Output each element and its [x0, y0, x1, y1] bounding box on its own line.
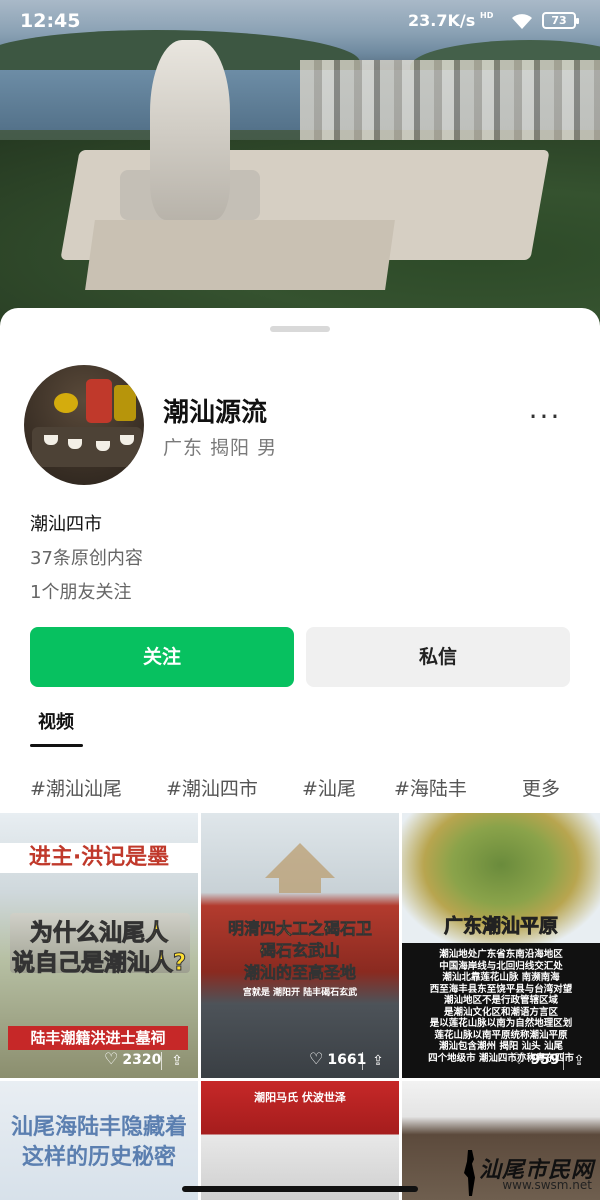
friends-following[interactable]: 1个朋友关注 [30, 578, 131, 604]
video-caption: 陆丰潮籍洪进士墓祠 [8, 1026, 188, 1050]
video-body-line: 潮汕北靠莲花山脉 南濒南海 [442, 972, 560, 983]
video-pagoda [265, 843, 335, 893]
video-body: 潮汕地处广东省东南沿海地区 中国海岸线与北回归线交汇处 潮汕北靠莲花山脉 南濒南… [402, 949, 600, 1064]
video-title: 广东潮汕平原 [443, 915, 559, 938]
video-thumbnail[interactable]: 明清四大工之碣石卫 碣石玄武山 潮汕的至高圣地 宫就是 潮阳开 陆丰碣石玄武 ♡… [201, 813, 399, 1078]
statue [150, 40, 230, 220]
like-count-value: 959 [530, 1052, 560, 1068]
video-title: 汕尾海陆丰隐藏着 [10, 1115, 187, 1140]
video-body-line: 潮汕包含潮州 揭阳 汕头 汕尾 [439, 1041, 563, 1052]
tag-item[interactable]: #海陆丰 [394, 774, 467, 801]
follow-button[interactable]: 关注 [30, 627, 294, 687]
avatar-cup [44, 435, 58, 445]
cover-plaza-lower [85, 220, 395, 290]
like-count-value: 1661 [327, 1052, 367, 1068]
avatar-tea-jar-2 [114, 385, 136, 421]
profile-location-gender: 广东 揭阳 男 [163, 437, 278, 459]
watermark-figure-icon [464, 1150, 475, 1196]
tag-item[interactable]: #潮汕四市 [166, 774, 258, 801]
video-title: 说自己是潮汕人? [11, 950, 187, 977]
avatar-teapot [54, 393, 78, 413]
avatar-cup [68, 439, 82, 449]
watermark: 汕尾市民网 www.swsm.net [450, 1150, 600, 1198]
video-caption: 潮阳马氏 伏波世泽 [254, 1091, 346, 1104]
video-title: 明清四大工之碣石卫 [227, 919, 373, 939]
avatar-tray [32, 427, 142, 467]
watermark-url: www.swsm.net [502, 1178, 592, 1192]
video-small-caption: 宫就是 潮阳开 陆丰碣石玄武 [242, 988, 358, 998]
like-count-value: 2320 [122, 1052, 162, 1068]
like-count: ♡ 959 [512, 1049, 560, 1068]
video-grid: 进主·洪记是墨 为什么汕尾人 说自己是潮汕人? 陆丰潮籍洪进士墓祠 ♡ 2320 … [0, 813, 600, 1200]
video-body-line: 潮汕地处广东省东南沿海地区 [439, 949, 563, 960]
video-thumbnail[interactable]: 广东潮汕平原 潮汕地处广东省东南沿海地区 中国海岸线与北回归线交汇处 潮汕北靠莲… [402, 813, 600, 1078]
share-icon[interactable]: ⇪ [563, 1052, 588, 1070]
battery-icon: 73 [542, 12, 579, 29]
video-thumbnail[interactable]: 潮阳马氏 伏波世泽 [201, 1081, 399, 1200]
profile-sheet: 潮汕源流 广东 揭阳 男 ··· 潮汕四市 37条原创内容 1个朋友关注 关注 … [0, 308, 600, 1200]
video-title: 潮汕的至高圣地 [243, 963, 357, 983]
avatar-cup [96, 441, 110, 451]
video-body-line: 西至海丰县东至饶平县与台湾对望 [429, 983, 573, 995]
drag-handle[interactable] [270, 326, 330, 332]
video-body-line: 莲花山脉以南平原统称潮汕平原 [434, 1029, 568, 1041]
avatar-tea-jar [86, 379, 112, 423]
avatar-cup [120, 435, 134, 445]
home-indicator[interactable] [182, 1186, 418, 1192]
tag-item[interactable]: #汕尾 [302, 774, 356, 801]
network-tag: HD [480, 11, 494, 20]
tag-item[interactable]: #潮汕汕尾 [30, 774, 122, 801]
video-thumbnail[interactable]: 进主·洪记是墨 为什么汕尾人 说自己是潮汕人? 陆丰潮籍洪进士墓祠 ♡ 2320 … [0, 813, 198, 1078]
hashtag-bar: #潮汕汕尾 #潮汕四市 #汕尾 #海陆丰 更多 [0, 770, 600, 802]
status-time: 12:45 [20, 10, 81, 32]
profile-bio: 潮汕四市 [30, 514, 102, 535]
video-body-line: 是潮汕文化区和潮语方言区 [443, 1006, 558, 1018]
video-title: 碣石玄武山 [259, 941, 341, 961]
tab-active-indicator [30, 744, 83, 747]
more-options-icon[interactable]: ··· [528, 403, 562, 438]
heart-icon: ♡ [104, 1049, 119, 1068]
avatar[interactable] [24, 365, 144, 485]
cover-image [0, 0, 600, 330]
share-icon[interactable]: ⇪ [161, 1052, 186, 1070]
tab-videos[interactable]: 视频 [30, 708, 82, 734]
video-title: 这样的历史秘密 [21, 1145, 176, 1170]
profile-name: 潮汕源流 [163, 398, 268, 428]
video-title: 为什么汕尾人 [30, 920, 169, 947]
like-count: ♡ 1661 [309, 1049, 366, 1068]
video-body-line: 潮汕地区不是行政管辖区域 [443, 995, 558, 1006]
network-speed: 23.7K/s [408, 11, 476, 30]
video-body-line: 是以莲花山脉以南为自然地理区划 [429, 1018, 573, 1029]
video-thumbnail[interactable]: 汕尾海陆丰隐藏着 这样的历史秘密 [0, 1081, 198, 1200]
tag-more[interactable]: 更多 [522, 774, 560, 801]
heart-icon: ♡ [309, 1049, 324, 1068]
video-top-text: 进主·洪记是墨 [0, 843, 198, 873]
original-content-count[interactable]: 37条原创内容 [30, 544, 143, 570]
share-icon[interactable]: ⇪ [362, 1052, 387, 1070]
wifi-icon [510, 12, 534, 34]
message-button[interactable]: 私信 [306, 627, 570, 687]
video-body-line: 中国海岸线与北回归线交汇处 [439, 960, 563, 972]
status-bar: 12:45 23.7K/s HD 73 [0, 0, 600, 44]
heart-icon: ♡ [512, 1049, 527, 1068]
like-count: ♡ 2320 [104, 1049, 161, 1068]
